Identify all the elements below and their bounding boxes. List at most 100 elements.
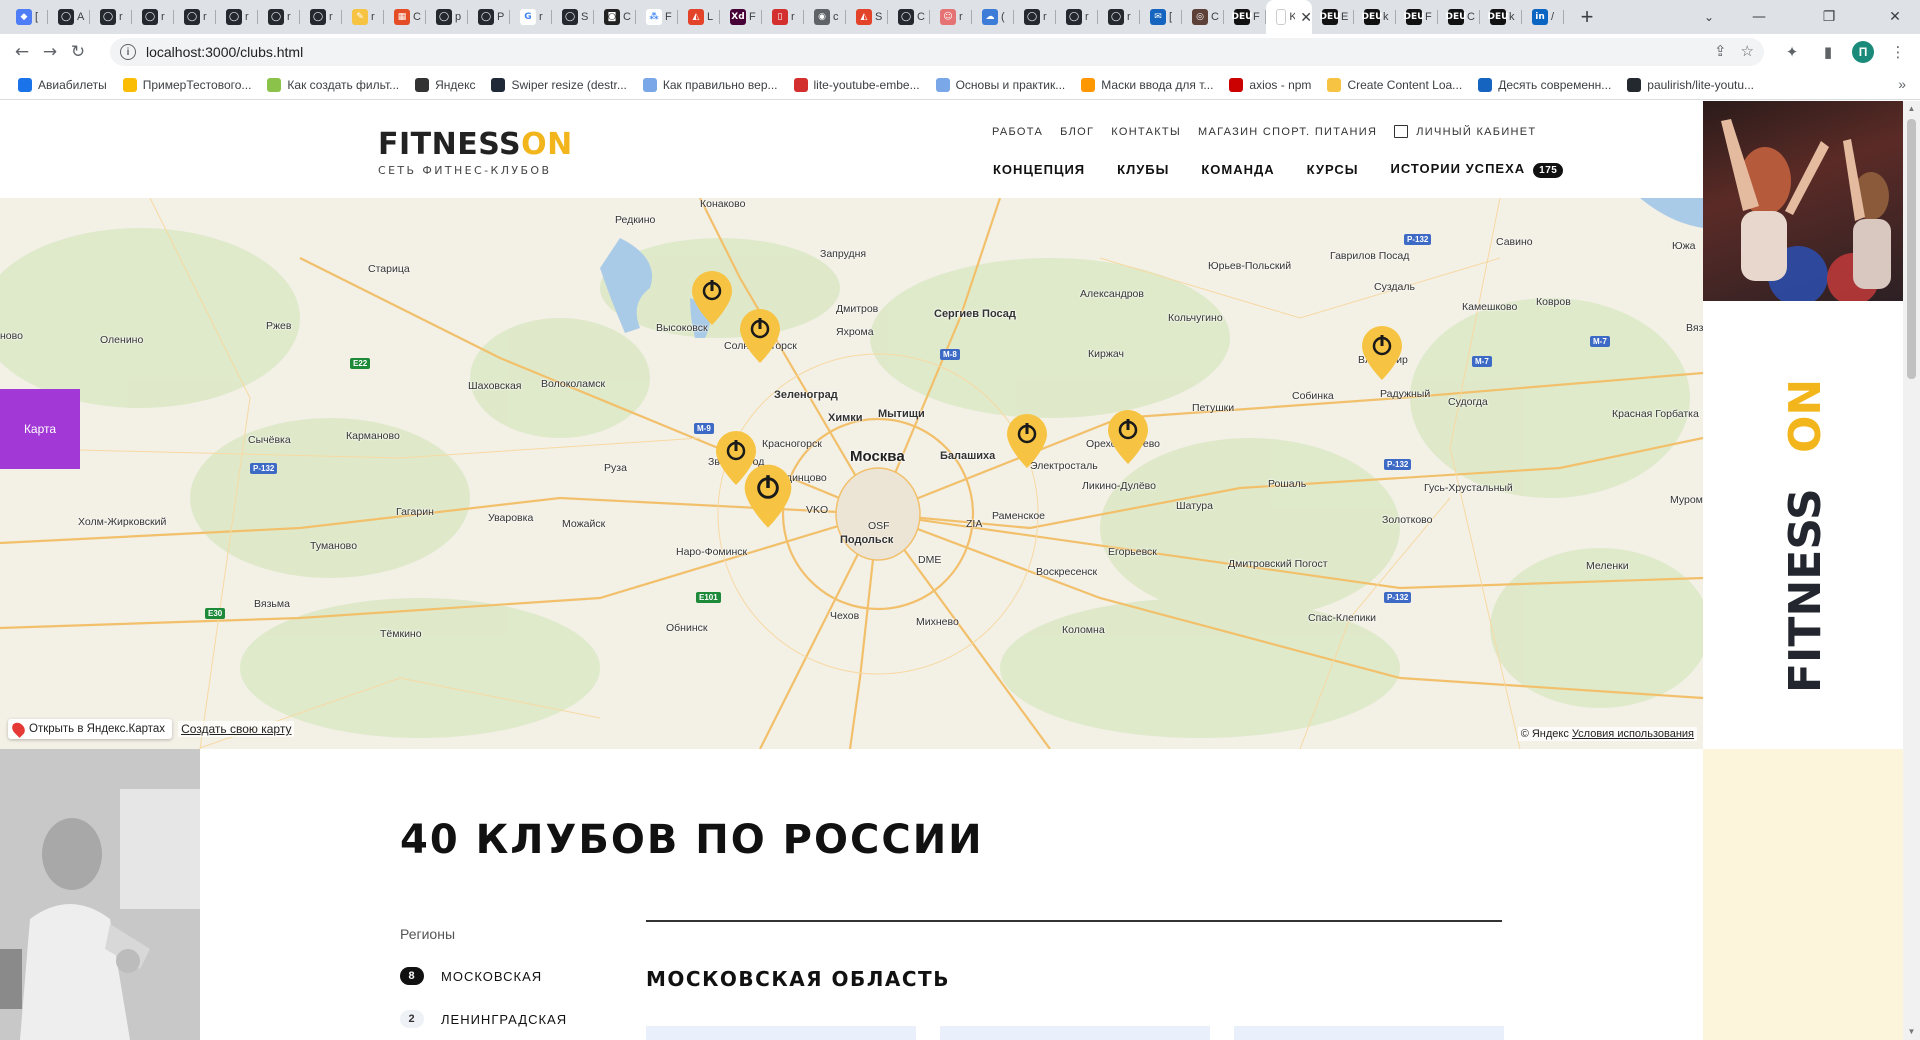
scroll-down-icon[interactable]: ▼ <box>1907 1027 1916 1037</box>
bookmark-item[interactable]: Маски ввода для т... <box>1073 77 1221 92</box>
club-pin[interactable] <box>736 305 784 365</box>
bookmark-item[interactable]: ПримерТестового... <box>115 77 260 92</box>
nav-link-work[interactable]: РАБОТА <box>992 126 1043 138</box>
browser-tab[interactable]: ◯ r <box>216 0 258 34</box>
map-tab-button[interactable]: Карта <box>0 389 80 469</box>
map-terms-link[interactable]: Условия использования <box>1572 728 1694 740</box>
nav-link-contacts[interactable]: КОНТАКТЫ <box>1111 126 1181 138</box>
browser-tab[interactable]: ✎ r <box>342 0 384 34</box>
back-icon[interactable]: ← <box>8 38 36 66</box>
bookmark-star-icon[interactable]: ☆ <box>1741 42 1754 60</box>
browser-tab[interactable]: ◯ A <box>48 0 90 34</box>
browser-tab[interactable]: DEU F <box>1224 0 1266 34</box>
site-info-icon[interactable]: i <box>120 44 136 60</box>
browser-tab[interactable]: ◭ L <box>678 0 720 34</box>
bookmark-item[interactable]: Swiper resize (destr... <box>483 77 634 92</box>
browser-tab[interactable]: ◯ r <box>1056 0 1098 34</box>
browser-tab[interactable]: Gr <box>510 0 552 34</box>
browser-tab[interactable]: ⁂ F <box>636 0 678 34</box>
menu-kebab-icon[interactable]: ⋮ <box>1886 38 1910 66</box>
club-card[interactable] <box>940 1026 1210 1040</box>
browser-tab[interactable]: ☺ r <box>930 0 972 34</box>
close-tab-icon[interactable]: ✕ <box>1300 9 1312 26</box>
browser-tab[interactable]: ▦ C <box>384 0 426 34</box>
browser-tab[interactable]: ◯ r <box>300 0 342 34</box>
open-in-yandex-button[interactable]: Открыть в Яндекс.Картах <box>8 719 173 739</box>
bookmark-item[interactable]: Десять современн... <box>1470 77 1619 92</box>
club-pin[interactable] <box>1358 322 1406 382</box>
browser-tab[interactable]: ◯ p <box>426 0 468 34</box>
club-card[interactable] <box>646 1026 916 1040</box>
browser-tab[interactable]: ◯ r <box>132 0 174 34</box>
browser-tab[interactable]: ◯ r <box>258 0 300 34</box>
nav-success-stories[interactable]: ИСТОРИИ УСПЕХА 175 <box>1390 161 1564 178</box>
browser-tab[interactable]: ◯ r <box>174 0 216 34</box>
create-map-link[interactable]: Создать свою карту <box>178 721 295 737</box>
browser-tab[interactable]: ✉[ <box>1140 0 1182 34</box>
browser-tab[interactable]: DEU C <box>1438 0 1480 34</box>
page-scrollbar[interactable]: ▲ ▼ <box>1903 101 1920 1040</box>
browser-tab[interactable]: ◯ C <box>888 0 930 34</box>
bookmark-item[interactable]: Авиабилеты <box>10 77 115 92</box>
browser-tab[interactable]: ◯ r <box>1098 0 1140 34</box>
browser-tab[interactable]: ◉ c <box>804 0 846 34</box>
bookmark-item[interactable]: paulirish/lite-youtu... <box>1619 77 1762 92</box>
more-bookmarks-icon[interactable]: » <box>1898 76 1906 92</box>
browser-tab[interactable]: ◯ S <box>552 0 594 34</box>
club-pin[interactable] <box>1003 410 1051 470</box>
nav-success-label: ИСТОРИИ УСПЕХА <box>1390 161 1526 176</box>
browser-tab-active[interactable]: K ✕ <box>1266 0 1312 34</box>
nav-link-blog[interactable]: БЛОГ <box>1060 126 1094 138</box>
browser-tab[interactable]: ◯ r <box>1014 0 1056 34</box>
new-tab-button[interactable]: + <box>1572 2 1602 32</box>
maximize-icon[interactable]: ❐ <box>1806 0 1852 34</box>
browser-tab[interactable]: ◯ P <box>468 0 510 34</box>
close-window-icon[interactable]: ✕ <box>1872 0 1918 34</box>
nav-link-shop[interactable]: МАГАЗИН СПОРТ. ПИТАНИЯ <box>1198 126 1377 138</box>
scrollbar-thumb[interactable] <box>1907 119 1916 379</box>
scroll-up-icon[interactable]: ▲ <box>1907 104 1916 114</box>
fitnesson-logo[interactable]: FITNESSON СЕТЬ ФИТНЕС-КЛУБОВ <box>378 127 573 177</box>
browser-tab[interactable]: DEU F <box>1396 0 1438 34</box>
browser-tab[interactable]: ◎ C <box>1182 0 1224 34</box>
personal-cabinet-link[interactable]: ЛИЧНЫЙ КАБИНЕТ <box>1394 125 1536 138</box>
tab-search-icon[interactable]: ⌄ <box>1686 0 1732 34</box>
browser-tab[interactable]: in / <box>1522 0 1564 34</box>
bookmark-item[interactable]: Create Content Loa... <box>1319 77 1470 92</box>
profile-avatar[interactable]: П <box>1852 41 1874 63</box>
browser-tab[interactable]: ◯ r <box>90 0 132 34</box>
nav-team[interactable]: КОМАНДА <box>1201 162 1274 177</box>
clubs-map[interactable]: Редкино Конаково Старица Запрудня Юрьев-… <box>0 198 1703 749</box>
browser-tab[interactable]: DEU k <box>1480 0 1522 34</box>
minimize-icon[interactable]: — <box>1736 0 1782 34</box>
bookmark-item[interactable]: Как правильно вер... <box>635 77 786 92</box>
browser-tab[interactable]: ▯ r <box>762 0 804 34</box>
region-item-moscow[interactable]: 8 МОСКОВСКАЯ <box>400 967 542 985</box>
address-bar[interactable]: i localhost:3000/clubs.html ⇪ ☆ <box>110 38 1764 66</box>
bookmark-item[interactable]: axios - npm <box>1221 77 1319 92</box>
region-item-leningrad[interactable]: 2 ЛЕНИНГРАДСКАЯ <box>400 1010 567 1028</box>
bookmark-item[interactable]: Яндекс <box>407 77 483 92</box>
club-pin[interactable] <box>740 460 796 530</box>
browser-tab[interactable]: ◙ C <box>594 0 636 34</box>
side-panel-icon[interactable]: ▮ <box>1816 38 1840 66</box>
share-icon[interactable]: ⇪ <box>1714 42 1727 60</box>
nav-clubs[interactable]: КЛУБЫ <box>1117 162 1169 177</box>
browser-tab[interactable]: DEU k <box>1354 0 1396 34</box>
browser-tab[interactable]: Xd F <box>720 0 762 34</box>
nav-courses[interactable]: КУРСЫ <box>1307 162 1359 177</box>
browser-tab[interactable]: ◭ S <box>846 0 888 34</box>
extensions-icon[interactable]: ✦ <box>1780 38 1804 66</box>
forward-icon[interactable]: → <box>36 38 64 66</box>
club-card[interactable] <box>1234 1026 1504 1040</box>
nav-concept[interactable]: КОНЦЕПЦИЯ <box>993 162 1085 177</box>
club-pin[interactable] <box>1104 406 1152 466</box>
browser-tab[interactable]: ◆[ <box>6 0 48 34</box>
browser-tab[interactable]: DEU E <box>1312 0 1354 34</box>
bookmark-item[interactable]: Как создать фильт... <box>259 77 407 92</box>
bookmark-item[interactable]: Основы и практик... <box>928 77 1074 92</box>
bookmark-item[interactable]: lite-youtube-embe... <box>786 77 928 92</box>
browser-tab[interactable]: ☁( <box>972 0 1014 34</box>
reload-icon[interactable]: ↻ <box>64 38 92 66</box>
club-pin[interactable] <box>688 267 736 327</box>
